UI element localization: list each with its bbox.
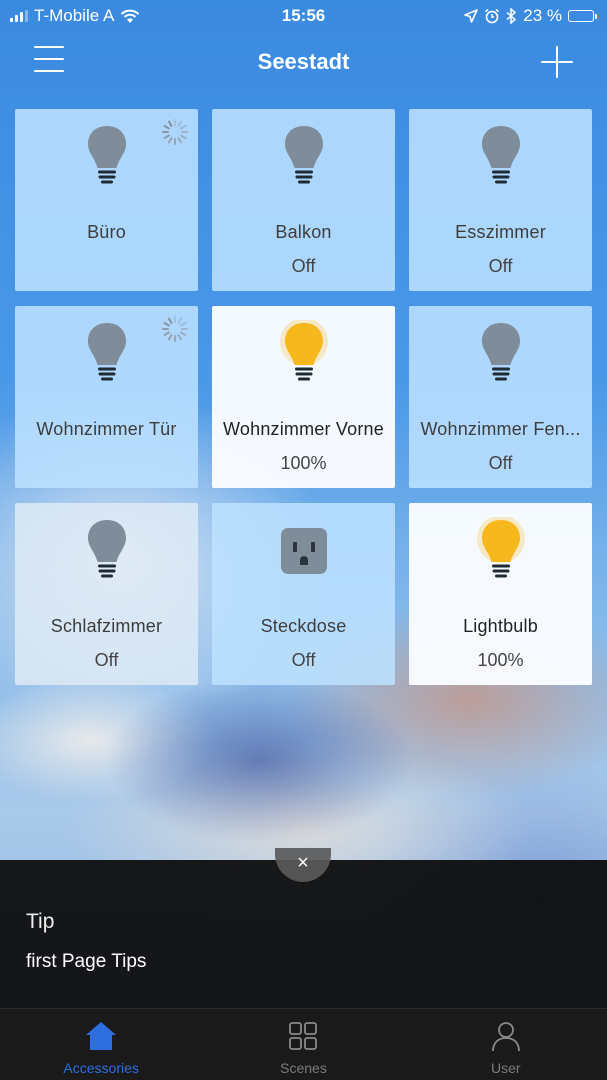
lightbulb-icon bbox=[476, 320, 526, 402]
tip-close-button[interactable]: × bbox=[275, 848, 331, 882]
accessory-status: Off bbox=[291, 256, 316, 276]
tab-label: User bbox=[491, 1060, 521, 1076]
accessory-name: Lightbulb bbox=[463, 616, 538, 636]
tip-panel: × Tip first Page Tips bbox=[0, 848, 607, 1008]
accessory-tile[interactable]: Wohnzimmer Tür bbox=[15, 306, 198, 488]
loading-spinner-icon bbox=[160, 117, 190, 147]
lightbulb-icon bbox=[476, 517, 526, 599]
accessory-tile[interactable]: Balkon Off bbox=[212, 109, 395, 291]
loading-spinner-icon bbox=[160, 314, 190, 344]
accessory-tile[interactable]: Büro bbox=[15, 109, 198, 291]
accessory-name: Büro bbox=[87, 222, 126, 242]
tab-label: Accessories bbox=[63, 1060, 139, 1076]
battery-percent: 23 % bbox=[523, 6, 562, 25]
tab-bar: Accessories Scenes User bbox=[0, 1008, 607, 1080]
accessory-status: Off bbox=[94, 650, 119, 670]
accessory-name: Balkon bbox=[275, 222, 332, 242]
tab-accessories[interactable]: Accessories bbox=[0, 1009, 202, 1080]
tip-title: Tip bbox=[26, 910, 55, 933]
page-title: Seestadt bbox=[257, 49, 350, 74]
accessory-tile[interactable]: Schlafzimmer Off bbox=[15, 503, 198, 685]
accessory-status: 100% bbox=[477, 650, 524, 670]
user-icon bbox=[490, 1020, 522, 1057]
location-icon bbox=[464, 9, 479, 23]
home-icon bbox=[84, 1020, 118, 1057]
accessory-name: Schlafzimmer bbox=[50, 616, 163, 636]
lightbulb-icon bbox=[82, 517, 132, 599]
bluetooth-icon bbox=[506, 8, 517, 24]
lightbulb-icon bbox=[82, 123, 132, 205]
lightbulb-icon bbox=[82, 320, 132, 402]
wifi-icon bbox=[121, 9, 140, 23]
grid-icon bbox=[287, 1020, 319, 1057]
carrier-label: T-Mobile A bbox=[34, 6, 115, 25]
accessory-status: Off bbox=[291, 650, 316, 670]
accessory-tile[interactable]: Esszimmer Off bbox=[409, 109, 592, 291]
tab-scenes[interactable]: Scenes bbox=[202, 1009, 404, 1080]
accessory-name: Esszimmer bbox=[455, 222, 546, 242]
accessory-tile[interactable]: Wohnzimmer Fen... Off bbox=[409, 306, 592, 488]
accessory-name: Wohnzimmer Vorne bbox=[223, 419, 384, 439]
accessory-name: Steckdose bbox=[260, 616, 347, 636]
tip-text: first Page Tips bbox=[26, 951, 147, 972]
lightbulb-icon bbox=[279, 123, 329, 205]
signal-icon bbox=[10, 10, 28, 22]
accessory-status: Off bbox=[488, 453, 513, 473]
accessory-status: Off bbox=[488, 256, 513, 276]
accessory-name: Wohnzimmer Fen... bbox=[420, 419, 581, 439]
accessory-tile[interactable]: Lightbulb 100% bbox=[409, 503, 592, 685]
tab-label: Scenes bbox=[280, 1060, 327, 1076]
accessory-status: 100% bbox=[280, 453, 327, 473]
accessory-name: Wohnzimmer Tür bbox=[36, 419, 177, 439]
outlet-icon bbox=[280, 517, 328, 599]
lightbulb-icon bbox=[476, 123, 526, 205]
menu-button[interactable] bbox=[34, 46, 64, 76]
alarm-icon bbox=[485, 8, 500, 24]
accessory-grid: Büro Balkon Off Esszimmer Off Wohnzimmer Tür W… bbox=[15, 109, 592, 685]
accessory-tile[interactable]: Wohnzimmer Vorne 100% bbox=[212, 306, 395, 488]
lightbulb-icon bbox=[279, 320, 329, 402]
nav-bar: Seestadt bbox=[0, 32, 607, 92]
tab-user[interactable]: User bbox=[405, 1009, 607, 1080]
battery-icon bbox=[568, 10, 597, 22]
add-button[interactable] bbox=[541, 46, 573, 78]
status-bar: T-Mobile A 15:56 23 % bbox=[0, 0, 607, 32]
accessory-tile[interactable]: Steckdose Off bbox=[212, 503, 395, 685]
